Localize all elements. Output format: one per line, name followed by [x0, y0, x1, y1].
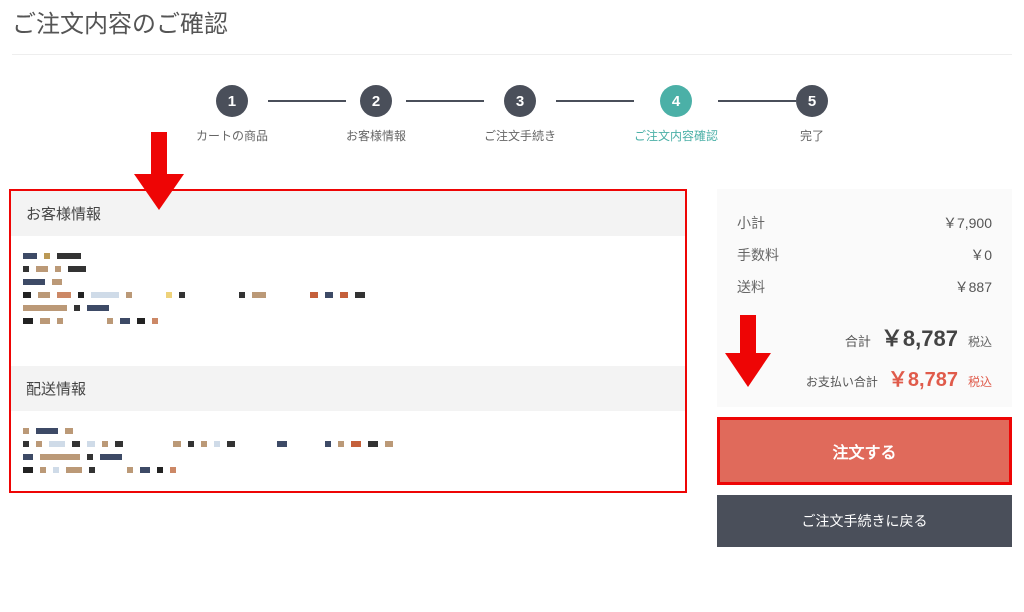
place-order-button[interactable]: 注文する — [717, 417, 1012, 485]
payment-label: お支払い合計 — [806, 373, 878, 390]
annotation-arrow-left — [134, 132, 184, 210]
step-connector — [718, 100, 796, 102]
step-1-number: 1 — [216, 85, 248, 117]
step-connector — [556, 100, 634, 102]
customer-info-body — [11, 236, 685, 366]
step-3: 3 ご注文手続き — [484, 85, 556, 144]
step-4-label: ご注文内容確認 — [634, 127, 718, 144]
shipping-value: ￥887 — [955, 277, 992, 297]
step-2-number: 2 — [360, 85, 392, 117]
fee-row: 手数料 ￥0 — [737, 239, 992, 271]
subtotal-label: 小計 — [737, 213, 765, 233]
step-3-number: 3 — [504, 85, 536, 117]
page-title: ご注文内容のご確認 — [12, 0, 1012, 55]
subtotal-value: ￥7,900 — [943, 213, 992, 233]
payment-total-row: お支払い合計 ￥8,787 税込 — [737, 363, 992, 392]
step-5-label: 完了 — [800, 127, 824, 144]
total-value: ￥8,787 — [881, 321, 958, 353]
shipping-row: 送料 ￥887 — [737, 271, 992, 303]
step-1-label: カートの商品 — [196, 127, 268, 144]
fee-label: 手数料 — [737, 245, 779, 265]
back-to-checkout-button[interactable]: ご注文手続きに戻る — [717, 495, 1012, 547]
shipping-info-heading: 配送情報 — [11, 366, 685, 411]
step-3-label: ご注文手続き — [484, 127, 556, 144]
total-row: 合計 ￥8,787 税込 — [737, 321, 992, 353]
step-connector — [268, 100, 346, 102]
step-4: 4 ご注文内容確認 — [634, 85, 718, 144]
total-label: 合計 — [845, 331, 871, 350]
shipping-label: 送料 — [737, 277, 765, 297]
step-5-number: 5 — [796, 85, 828, 117]
order-details-panel: お客様情報 配送情報 — [9, 189, 687, 493]
step-connector — [406, 100, 484, 102]
customer-info-heading: お客様情報 — [11, 191, 685, 236]
step-4-number: 4 — [660, 85, 692, 117]
total-tax-label: 税込 — [968, 333, 992, 350]
fee-value: ￥0 — [970, 245, 992, 265]
step-2: 2 お客様情報 — [346, 85, 406, 144]
subtotal-row: 小計 ￥7,900 — [737, 207, 992, 239]
payment-tax-label: 税込 — [968, 373, 992, 390]
step-5: 5 完了 — [796, 85, 828, 144]
shipping-info-body — [11, 411, 685, 491]
step-2-label: お客様情報 — [346, 127, 406, 144]
payment-value: ￥8,787 — [888, 363, 958, 392]
step-1: 1 カートの商品 — [196, 85, 268, 144]
annotation-arrow-right — [725, 315, 771, 387]
